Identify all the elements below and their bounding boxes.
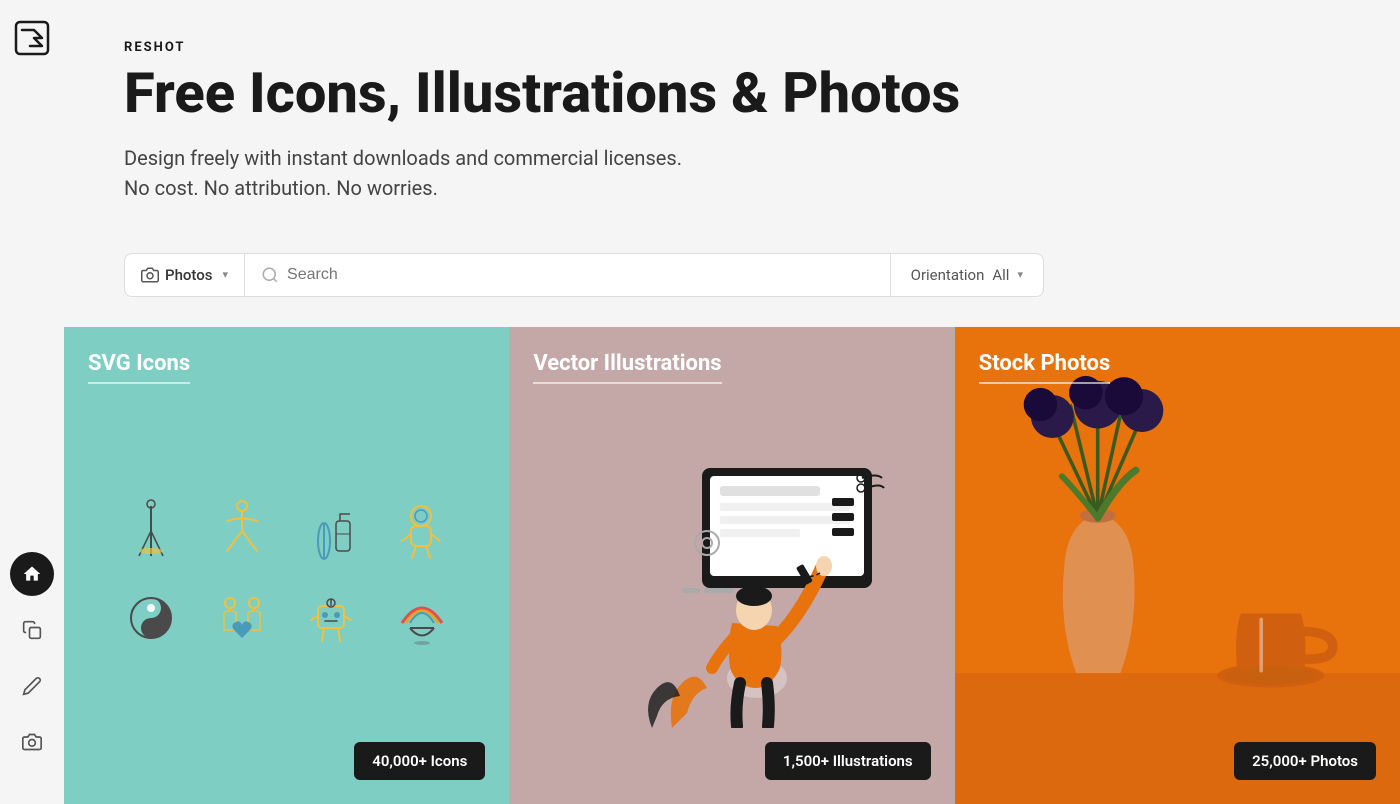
logo[interactable] <box>14 20 50 60</box>
sidebar-item-camera[interactable] <box>10 720 54 764</box>
stock-photo-preview <box>955 327 1400 804</box>
svg-icons-card[interactable]: SVG Icons <box>64 327 509 804</box>
search-icon <box>261 266 279 284</box>
icon-preview-tower <box>117 493 187 563</box>
sidebar-navigation <box>10 552 54 764</box>
camera-icon <box>22 732 42 752</box>
sidebar-item-home[interactable] <box>10 552 54 596</box>
sidebar-item-pen[interactable] <box>10 664 54 708</box>
icon-preview-rainbow-bowl <box>387 583 457 653</box>
stock-photos-card-label: Stock Photos <box>979 351 1111 384</box>
shapes-icon <box>22 620 42 640</box>
icons-grid-preview <box>117 493 457 653</box>
stock-photos-card[interactable]: Stock Photos <box>955 327 1400 804</box>
home-icon <box>22 564 42 584</box>
hero-subtitle: Design freely with instant downloads and… <box>124 143 1340 203</box>
icon-preview-robot <box>297 583 367 653</box>
search-input-wrap <box>245 254 890 296</box>
vector-illustrations-card-label: Vector Illustrations <box>533 351 721 384</box>
reshot-logo-icon <box>14 20 50 56</box>
icon-preview-astronaut <box>387 493 457 563</box>
search-section: Photos ▾ Orientation All ▾ <box>64 233 1400 327</box>
stock-photos-badge[interactable]: 25,000+ Photos <box>1234 742 1376 780</box>
content-grid: SVG Icons <box>64 327 1400 804</box>
vector-illustration-preview <box>572 448 892 708</box>
camera-type-icon <box>141 266 159 284</box>
icon-preview-heart-people <box>207 583 277 653</box>
svg-icons-badge[interactable]: 40,000+ Icons <box>354 742 485 780</box>
content-type-selector[interactable]: Photos ▾ <box>125 254 245 296</box>
icon-preview-yoga <box>207 493 277 563</box>
orientation-chevron-icon: ▾ <box>1017 268 1023 281</box>
sidebar <box>0 0 64 804</box>
orientation-filter[interactable]: Orientation All ▾ <box>890 254 1043 296</box>
pen-icon <box>22 676 42 696</box>
search-input[interactable] <box>287 266 874 284</box>
main-content: RESHOT Free Icons, Illustrations & Photo… <box>64 0 1400 804</box>
icon-preview-mat <box>297 493 367 563</box>
search-bar: Photos ▾ Orientation All ▾ <box>124 253 1044 297</box>
brand-label: RESHOT <box>124 40 1340 55</box>
type-chevron-icon: ▾ <box>222 268 228 281</box>
hero-section: RESHOT Free Icons, Illustrations & Photo… <box>64 0 1400 233</box>
icon-preview-yinyang <box>117 583 187 653</box>
hero-title: Free Icons, Illustrations & Photos <box>124 63 1340 125</box>
svg-icons-card-label: SVG Icons <box>88 351 190 384</box>
content-type-label: Photos <box>165 266 212 284</box>
vector-illustrations-card[interactable]: Vector Illustrations <box>509 327 954 804</box>
orientation-label: Orientation <box>911 266 985 284</box>
vector-illustrations-badge[interactable]: 1,500+ Illustrations <box>765 742 931 780</box>
orientation-value: All <box>992 266 1009 284</box>
sidebar-item-shapes[interactable] <box>10 608 54 652</box>
